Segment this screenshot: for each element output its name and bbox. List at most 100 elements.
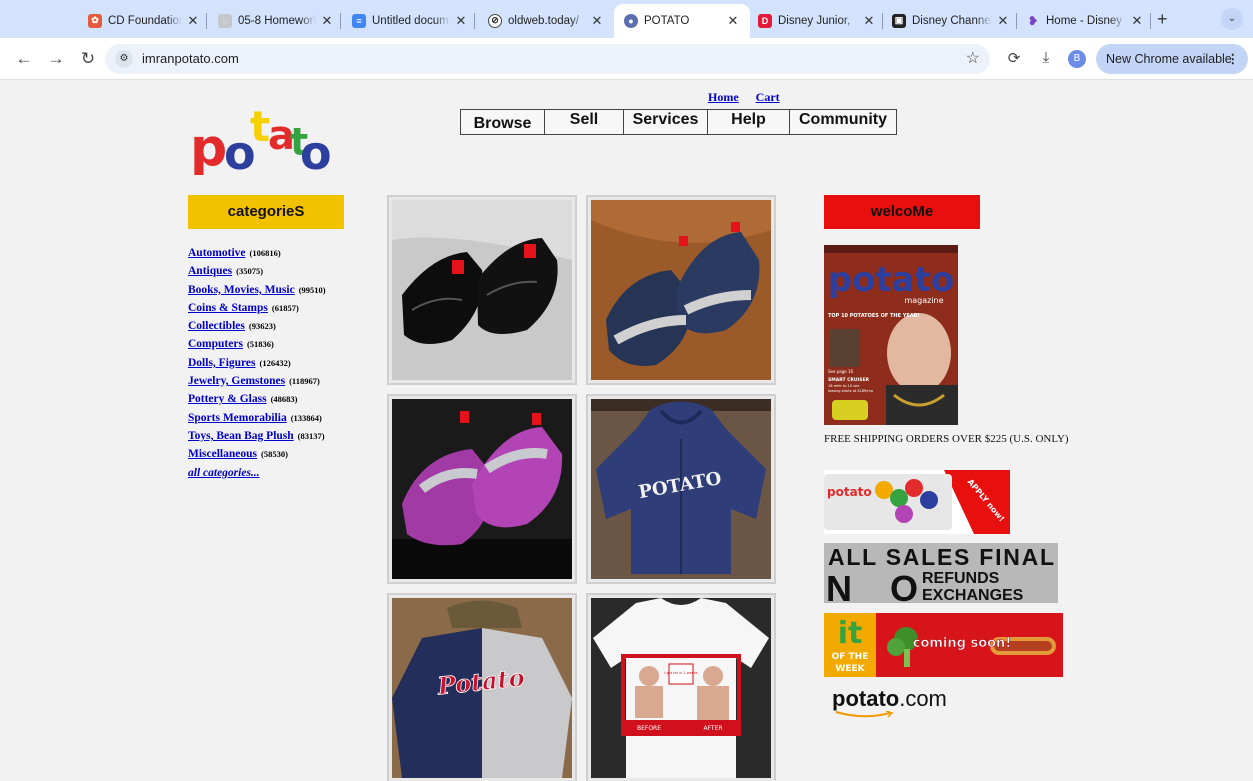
category-count: (126432) <box>259 357 291 368</box>
category-count: (83137) <box>297 430 325 441</box>
product-black-patent-sneakers[interactable] <box>387 195 577 385</box>
list-item: Books, Movies, Music (99510) <box>188 284 326 302</box>
before-caption: BEFORE <box>637 725 661 732</box>
tab-separator <box>206 13 207 29</box>
category-count: (58530) <box>261 449 288 460</box>
category-toys-bean-bag-plush[interactable]: Toys, Bean Bag Plush <box>188 430 294 442</box>
address-bar[interactable]: ⚙ imranpotato.com ☆ <box>105 44 990 74</box>
nav-sell[interactable]: Sell <box>544 109 624 135</box>
category-count: (99510) <box>298 284 326 295</box>
top-links: Home Cart <box>708 90 797 105</box>
category-antiques[interactable]: Antiques <box>188 265 232 277</box>
close-icon[interactable]: ✕ <box>454 13 468 29</box>
product-navy-potato-hoodie[interactable]: POTATO <box>586 394 776 584</box>
category-coins-stamps[interactable]: Coins & Stamps <box>188 302 268 314</box>
product-white-graphic-tee[interactable]: i got fat in 2 weeks BEFORE AFTER <box>586 593 776 781</box>
nav-help[interactable]: Help <box>707 109 790 135</box>
it-week-small1: OF THE <box>832 652 869 662</box>
category-collectibles[interactable]: Collectibles <box>188 320 245 332</box>
tab-title: Disney Junior, <box>778 14 851 27</box>
list-item: Sports Memorabilia (133864) <box>188 412 326 430</box>
sneaker-image <box>591 200 771 380</box>
site-info-icon[interactable]: ⚙ <box>115 50 133 68</box>
footer-potato-logo[interactable]: potato.com <box>832 686 947 718</box>
product-color-block-hoodie[interactable]: Potato <box>387 593 577 781</box>
sneaker-image <box>392 399 572 579</box>
category-miscellaneous[interactable]: Miscellaneous <box>188 448 257 460</box>
tshirt-image: i got fat in 2 weeks BEFORE AFTER <box>591 598 771 778</box>
address-url[interactable]: imranpotato.com <box>142 51 239 66</box>
category-dolls-figures[interactable]: Dolls, Figures <box>188 357 256 369</box>
list-item: Automotive (106816) <box>188 247 326 265</box>
magazine-brand: potato <box>828 260 955 300</box>
category-count: (61857) <box>271 302 299 313</box>
it-of-the-week-banner[interactable]: it OF THE WEEK coming soon! <box>824 613 1063 677</box>
category-count: (133864) <box>290 412 322 423</box>
potato-favicon-icon: ● <box>624 14 638 28</box>
tab-untitled-document[interactable]: ≡ Untitled document ✕ <box>352 7 468 34</box>
sales-final-refunds: REFUNDS <box>922 570 1000 587</box>
profile-avatar[interactable]: B <box>1068 50 1086 68</box>
category-list: Automotive (106816) Antiques (35075) Books… <box>188 247 326 485</box>
category-automotive[interactable]: Automotive <box>188 247 246 259</box>
home-link[interactable]: Home <box>708 90 739 104</box>
sneaker-image <box>392 200 572 380</box>
close-icon[interactable]: ✕ <box>726 13 740 29</box>
kebab-menu-icon[interactable]: ⋮ <box>1227 44 1240 74</box>
tab-title: CD Foundation <box>108 14 182 27</box>
category-pottery-glass[interactable]: Pottery & Glass <box>188 393 267 405</box>
download-icon[interactable]: ⤓ <box>1036 49 1056 66</box>
category-jewelry-gemstones[interactable]: Jewelry, Gemstones <box>188 375 285 387</box>
homework-favicon-icon: ◌ <box>218 13 232 28</box>
reload-icon[interactable]: ↻ <box>78 49 98 69</box>
logo-letter-p: p <box>190 118 227 175</box>
list-item: Computers (51836) <box>188 338 326 356</box>
card-brand: potato <box>827 485 872 499</box>
list-item: Coins & Stamps (61857) <box>188 302 326 320</box>
tab-title: Home - Disney <box>1046 14 1123 27</box>
tab-home-disney[interactable]: ❥ Home - Disney ✕ <box>1026 7 1144 34</box>
potato-magazine-cover[interactable]: potato magazine TOP 10 POTATOES OF THE Y… <box>824 245 958 425</box>
browser-toolbar: ← → ↻ ⚙ imranpotato.com ☆ ⟳ ⤓ B New Chro… <box>0 38 1253 80</box>
category-sports-memorabilia[interactable]: Sports Memorabilia <box>188 412 287 424</box>
category-count: (35075) <box>236 266 264 277</box>
tab-title: Disney Channel <box>912 14 992 27</box>
disney-junior-favicon-icon: D <box>758 13 772 28</box>
forward-icon[interactable]: → <box>46 49 66 69</box>
update-chrome-button[interactable]: New Chrome available ⋮ <box>1096 44 1248 74</box>
tab-homework[interactable]: ◌ 05-8 Homework ✕ <box>218 7 334 34</box>
close-icon[interactable]: ✕ <box>320 13 334 29</box>
cover-line-5: leasing starts at $189/mo <box>828 389 873 393</box>
bookmark-star-icon[interactable]: ☆ <box>966 48 980 68</box>
tab-disney-channel[interactable]: ▣ Disney Channel ✕ <box>892 7 1010 34</box>
nav-browse[interactable]: Browse <box>460 109 545 135</box>
tab-potato-active[interactable]: ● POTATO ✕ <box>614 4 750 38</box>
tab-disney-junior[interactable]: D Disney Junior, ✕ <box>758 7 876 34</box>
product-purple-silver-sneakers[interactable] <box>387 394 577 584</box>
close-icon[interactable]: ✕ <box>186 13 200 29</box>
back-icon[interactable]: ← <box>14 49 34 69</box>
tab-cd-foundation[interactable]: ✿ CD Foundation ✕ <box>88 7 200 34</box>
hoodie-image: Potato <box>392 598 572 778</box>
hoodie-image: POTATO <box>591 399 771 579</box>
extension-icon[interactable]: ⟳ <box>1004 49 1024 67</box>
category-computers[interactable]: Computers <box>188 338 243 350</box>
close-icon[interactable]: ✕ <box>996 13 1010 29</box>
close-icon[interactable]: ✕ <box>590 13 604 29</box>
category-books-movies-music[interactable]: Books, Movies, Music <box>188 284 295 296</box>
tab-oldweb[interactable]: ⊘ oldweb.today/ ✕ <box>488 7 604 34</box>
cart-link[interactable]: Cart <box>756 90 780 104</box>
nav-community[interactable]: Community <box>789 109 897 135</box>
smile-arrow-icon <box>835 711 894 718</box>
close-icon[interactable]: ✕ <box>862 13 876 29</box>
new-tab-button[interactable]: + <box>1157 9 1168 30</box>
nav-services[interactable]: Services <box>623 109 708 135</box>
tab-separator <box>474 13 475 29</box>
close-icon[interactable]: ✕ <box>1130 13 1144 29</box>
potato-logo[interactable]: p o t a t o <box>188 103 343 175</box>
credit-card-ad[interactable]: potato APPLY now! <box>824 470 1010 534</box>
tab-search-button[interactable]: ⌄ <box>1221 8 1243 30</box>
tab-separator <box>1150 13 1151 29</box>
product-navy-grey-sneakers[interactable] <box>586 195 776 385</box>
all-categories-link[interactable]: all categories... <box>188 467 260 479</box>
